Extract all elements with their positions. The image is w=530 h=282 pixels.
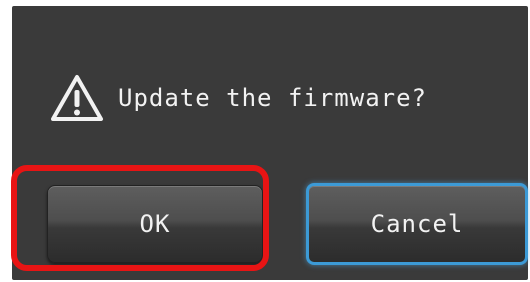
firmware-dialog: Update the firmware? OK Cancel: [12, 6, 528, 280]
warning-icon: [51, 75, 103, 121]
dialog-message-row: Update the firmware?: [50, 72, 427, 124]
dialog-message: Update the firmware?: [118, 84, 427, 112]
cancel-button[interactable]: Cancel: [306, 183, 528, 265]
ok-button[interactable]: OK: [47, 185, 263, 263]
